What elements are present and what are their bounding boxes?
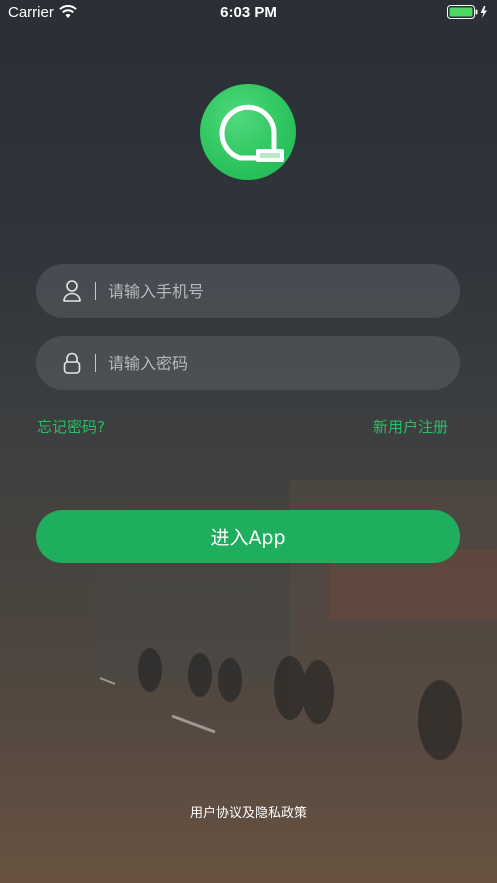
register-link[interactable]: 新用户注册 xyxy=(373,416,448,437)
battery-charging-icon xyxy=(447,5,487,19)
chat-bubble-logo-icon xyxy=(219,104,284,162)
status-bar: Carrier 6:03 PM xyxy=(0,0,497,26)
field-divider xyxy=(95,282,96,300)
app-logo xyxy=(200,84,296,180)
privacy-policy-link[interactable]: 用户协议及隐私政策 xyxy=(0,802,497,821)
enter-app-button[interactable]: 进入App xyxy=(36,510,460,563)
phone-field-container xyxy=(36,264,460,318)
phone-input[interactable] xyxy=(108,264,438,318)
forgot-password-link[interactable]: 忘记密码? xyxy=(37,416,105,437)
field-divider xyxy=(95,354,96,372)
lock-icon xyxy=(63,352,81,374)
password-input[interactable] xyxy=(108,336,438,390)
user-icon xyxy=(63,280,81,302)
status-time: 6:03 PM xyxy=(220,4,277,21)
password-field-container xyxy=(36,336,460,390)
